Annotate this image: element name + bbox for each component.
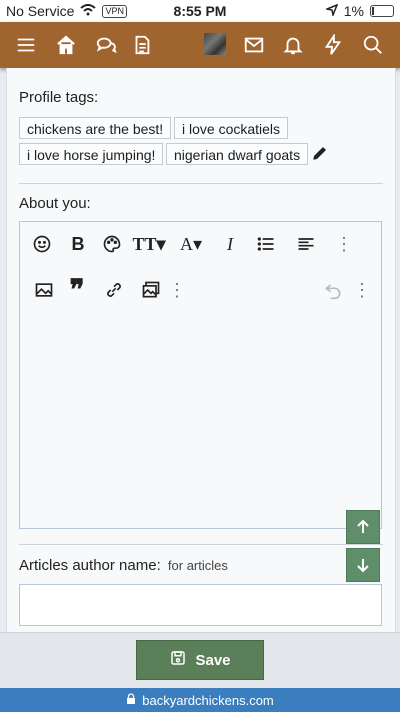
scroll-up-button[interactable] — [346, 510, 380, 544]
battery-percent: 1% — [343, 3, 364, 19]
profile-tag[interactable]: i love cockatiels — [174, 117, 289, 139]
undo-icon[interactable] — [322, 278, 344, 302]
profile-form: Profile tags: chickens are the best! i l… — [6, 68, 396, 632]
location-icon — [324, 3, 339, 19]
chat-icon[interactable] — [92, 31, 120, 59]
status-bar: No Service VPN 8:55 PM 1% — [0, 0, 400, 22]
more-options-icon[interactable]: ⋮ — [335, 232, 353, 256]
home-icon[interactable] — [52, 31, 80, 59]
list-icon[interactable] — [250, 232, 282, 256]
profile-tag[interactable]: chickens are the best! — [19, 117, 172, 139]
mail-icon[interactable] — [240, 31, 268, 59]
about-editor[interactable]: B TT▾ A▾ I ⋮ ❞ ⋮ ⋮ — [19, 221, 382, 529]
articles-author-label: Articles author name: for articles — [19, 557, 228, 574]
avatar[interactable] — [204, 33, 226, 55]
floppy-icon — [169, 649, 187, 671]
browser-url-bar[interactable]: backyardchickens.com — [0, 688, 400, 712]
search-icon[interactable] — [359, 31, 387, 59]
document-icon[interactable] — [128, 31, 156, 59]
link-icon[interactable] — [102, 278, 126, 302]
bell-icon[interactable] — [279, 31, 307, 59]
lock-icon — [126, 692, 136, 708]
align-icon[interactable] — [290, 232, 322, 256]
font-family-icon[interactable]: A▾ — [175, 232, 207, 256]
more-options-icon[interactable]: ⋮ — [168, 278, 186, 302]
menu-icon[interactable] — [12, 31, 40, 59]
articles-author-title: Articles author name: — [19, 557, 161, 574]
url-text: backyardchickens.com — [142, 692, 274, 708]
pencil-icon[interactable] — [311, 144, 329, 167]
font-size-icon[interactable]: TT▾ — [132, 232, 166, 256]
divider — [19, 544, 383, 545]
more-options-icon[interactable]: ⋮ — [353, 278, 371, 302]
palette-icon[interactable] — [100, 232, 124, 256]
divider — [19, 183, 383, 184]
profile-tag[interactable]: i love horse jumping! — [19, 143, 164, 165]
image-icon[interactable] — [32, 278, 56, 302]
scroll-down-button[interactable] — [346, 548, 380, 582]
profile-tags-label: Profile tags: — [19, 89, 99, 106]
save-label: Save — [195, 651, 231, 669]
bold-icon[interactable]: B — [66, 232, 90, 256]
battery-icon — [370, 5, 394, 17]
top-nav — [0, 22, 400, 68]
articles-author-hint: for articles — [167, 558, 228, 573]
articles-author-input[interactable] — [19, 584, 382, 626]
profile-tag[interactable]: nigerian dwarf goats — [166, 143, 309, 165]
about-label: About you: — [19, 195, 91, 212]
media-icon[interactable] — [138, 278, 164, 302]
save-button[interactable]: Save — [136, 640, 264, 680]
bolt-icon[interactable] — [319, 31, 347, 59]
quote-icon[interactable]: ❞ — [65, 276, 89, 304]
italic-icon[interactable]: I — [218, 232, 242, 256]
emoji-icon[interactable] — [30, 232, 54, 256]
